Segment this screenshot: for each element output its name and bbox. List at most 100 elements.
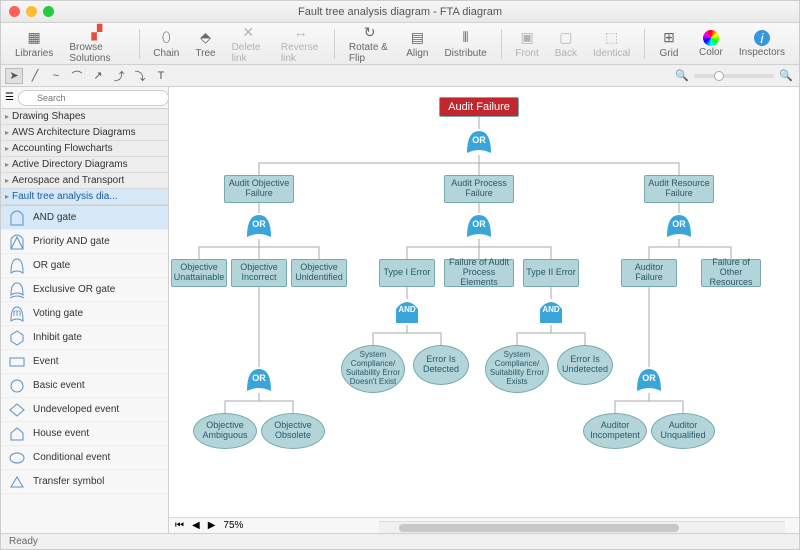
shape-house-event[interactable]: House event [1,422,168,446]
separator [139,29,140,59]
node-aud-incomp[interactable]: Auditor Incompetent [583,413,647,449]
connector-1[interactable]: ↗ [89,68,107,84]
node-obj-ambig[interactable]: Objective Ambiguous [193,413,257,449]
shape-or-gate[interactable]: OR gate [1,254,168,278]
cat-drawing[interactable]: Drawing Shapes [1,109,168,125]
gate-or-top[interactable]: OR [464,129,494,155]
connector-3[interactable]: ⤵ [131,68,149,84]
zoom-in-tool[interactable]: 🔍 [777,68,795,84]
node-type1[interactable]: Type I Error [379,259,435,287]
page-nav-prev[interactable]: ◀ [192,520,200,531]
minimize-icon[interactable] [26,6,37,17]
delete-link-button[interactable]: ✕Delete link [226,23,271,64]
horizontal-scrollbar[interactable] [379,521,785,533]
node-obj-unid[interactable]: Objective Unidentified [291,259,347,287]
gate-and-1[interactable]: AND [392,299,422,325]
node-obj-unatt[interactable]: Objective Unattainable [171,259,227,287]
node-sys-exist[interactable]: System Compliance/ Suitability Error Exi… [485,345,549,393]
reverse-link-button[interactable]: ↔Reverse link [275,23,326,64]
node-obj-obsol[interactable]: Objective Obsolete [261,413,325,449]
zoom-icon[interactable] [43,6,54,17]
shape-palette: AND gate Priority AND gate OR gate Exclu… [1,206,168,533]
cat-fta[interactable]: Fault tree analysis dia... [1,189,168,205]
node-auditor-fail[interactable]: Auditor Failure [621,259,677,287]
priority-and-icon [7,233,27,251]
node-err-undet[interactable]: Error Is Undetected [557,345,613,385]
node-fail-other[interactable]: Failure of Other Resources [701,259,761,287]
node-top[interactable]: Audit Failure [439,97,519,117]
and-gate-icon [7,209,27,227]
status-text: Ready [9,536,38,547]
node-err-det[interactable]: Error Is Detected [413,345,469,385]
rotate-flip-button[interactable]: ↻Rotate & Flip [343,23,396,64]
gate-or-objinc[interactable]: OR [244,367,274,393]
browse-icon: ▞ [87,23,107,41]
browse-button[interactable]: ▞Browse Solutions [63,23,130,64]
zoom-out-tool[interactable]: 🔍 [673,68,691,84]
node-obj-incorr[interactable]: Objective Incorrect [231,259,287,287]
distribute-button[interactable]: ⫴Distribute [438,29,492,59]
libraries-icon: ▦ [24,29,44,47]
canvas[interactable]: Audit Failure OR Audit Objective Failure… [169,87,799,533]
shape-basic-event[interactable]: Basic event [1,374,168,398]
identical-button[interactable]: ⬚Identical [587,29,636,59]
front-button[interactable]: ▣Front [509,29,544,59]
node-aud-obj-fail[interactable]: Audit Objective Failure [224,175,294,203]
separator [334,29,335,59]
inspectors-button[interactable]: iInspectors [733,30,791,58]
distribute-icon: ⫴ [456,29,476,47]
connector-2[interactable]: ⤴ [110,68,128,84]
gate-or-res[interactable]: OR [664,213,694,239]
align-icon: ▤ [407,29,427,47]
node-aud-res-fail[interactable]: Audit Resource Failure [644,175,714,203]
node-fail-elems[interactable]: Failure of Audit Process Elements [444,259,514,287]
transfer-icon [7,473,27,491]
shape-transfer[interactable]: Transfer symbol [1,470,168,494]
cat-accounting[interactable]: Accounting Flowcharts [1,141,168,157]
text-tool[interactable]: T [152,68,170,84]
grid-icon: ⊞ [659,29,679,47]
node-type2[interactable]: Type II Error [523,259,579,287]
line-tool[interactable]: ╱ [26,68,44,84]
search-input[interactable] [18,90,169,106]
zoom-slider[interactable] [694,74,774,78]
list-view-icon[interactable]: ☰ [5,92,14,103]
shape-inhibit-gate[interactable]: Inhibit gate [1,326,168,350]
node-sys-noexist[interactable]: System Compliance/ Suitability Error Doe… [341,345,405,393]
shape-conditional[interactable]: Conditional event [1,446,168,470]
cat-aerospace[interactable]: Aerospace and Transport [1,173,168,189]
cat-aws[interactable]: AWS Architecture Diagrams [1,125,168,141]
page-nav-next[interactable]: ▶ [208,520,216,531]
node-aud-unqual[interactable]: Auditor Unqualified [651,413,715,449]
node-aud-proc-fail[interactable]: Audit Process Failure [444,175,514,203]
chain-button[interactable]: ⬯Chain [147,29,185,59]
gate-and-2[interactable]: AND [536,299,566,325]
canvas-footer: ⏮ ◀ ▶ 75% [169,517,799,533]
arc-tool[interactable]: ⌒ [68,68,86,84]
page-nav-first[interactable]: ⏮ [175,520,184,531]
pointer-tool[interactable]: ➤ [5,68,23,84]
shape-and-gate[interactable]: AND gate [1,206,168,230]
xor-gate-icon [7,281,27,299]
cat-ad[interactable]: Active Directory Diagrams [1,157,168,173]
gate-or-obj[interactable]: OR [244,213,274,239]
svg-text:m: m [13,308,21,319]
close-icon[interactable] [9,6,20,17]
traffic-lights [9,6,54,17]
curve-tool[interactable]: ~ [47,68,65,84]
libraries-button[interactable]: ▦Libraries [9,29,59,59]
fta-diagram: Audit Failure OR Audit Objective Failure… [169,87,789,527]
tree-button[interactable]: ⬘Tree [189,29,221,59]
shape-undeveloped[interactable]: Undeveloped event [1,398,168,422]
align-button[interactable]: ▤Align [400,29,434,59]
shape-priority-and[interactable]: Priority AND gate [1,230,168,254]
back-button[interactable]: ▢Back [549,29,583,59]
shape-xor-gate[interactable]: Exclusive OR gate [1,278,168,302]
back-icon: ▢ [556,29,576,47]
shape-voting-gate[interactable]: mVoting gate [1,302,168,326]
grid-button[interactable]: ⊞Grid [653,29,685,59]
shape-event[interactable]: Event [1,350,168,374]
gate-or-auditor[interactable]: OR [634,367,664,393]
color-button[interactable]: Color [693,30,729,58]
gate-or-proc[interactable]: OR [464,213,494,239]
